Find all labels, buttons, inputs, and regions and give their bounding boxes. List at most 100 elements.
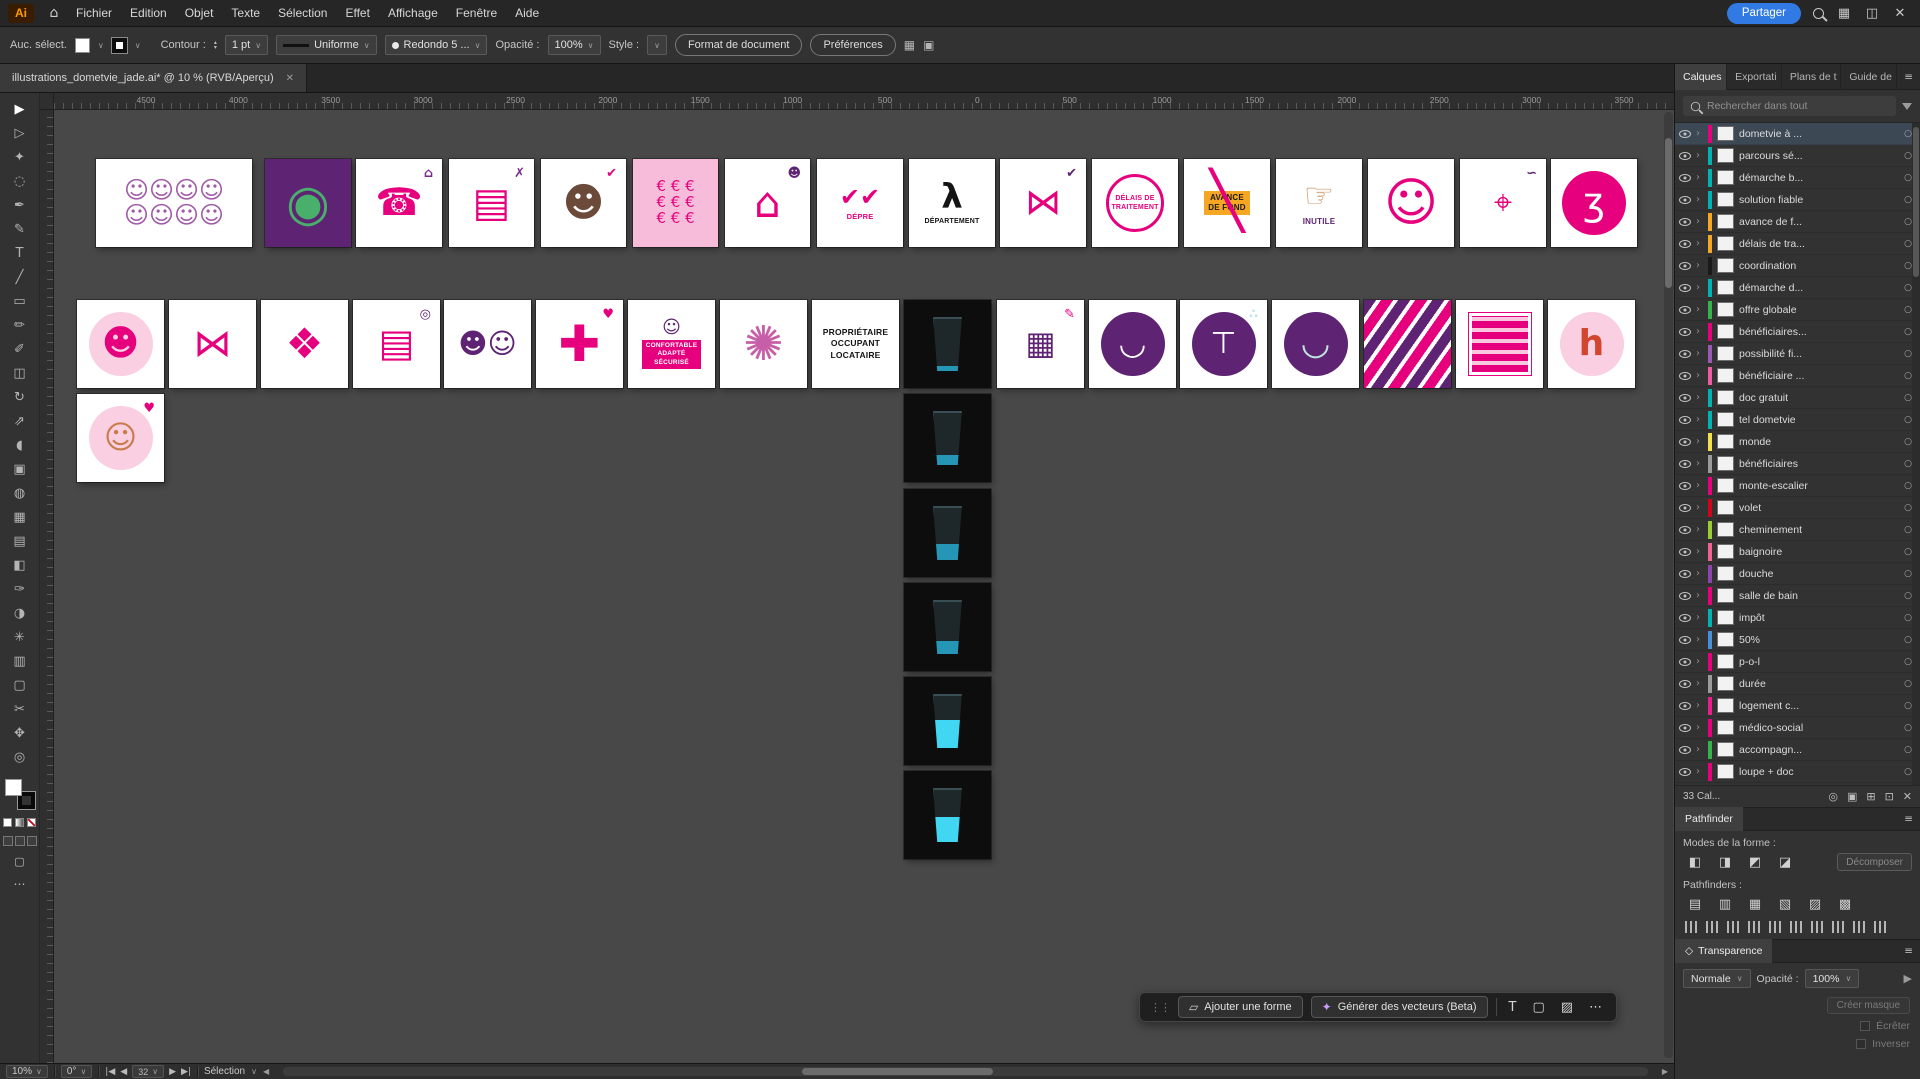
document-setup-button[interactable]: Format de document: [674, 34, 803, 56]
tab-transparency[interactable]: ◇ Transparence: [1675, 939, 1773, 963]
scale-tool[interactable]: ⇗: [0, 409, 40, 433]
delete-layer-icon[interactable]: ✕: [1903, 790, 1912, 803]
visibility-eye-icon[interactable]: [1679, 635, 1691, 644]
layer-row[interactable]: › solution fiable ○: [1675, 189, 1920, 211]
artboard-phone-home[interactable]: ☎ ⌂: [356, 159, 442, 247]
expand-chevron-icon[interactable]: ›: [1696, 150, 1703, 161]
artboard-inutile-hand[interactable]: ☞ INUTILE: [1276, 159, 1362, 247]
artboard-window-blind[interactable]: [1456, 300, 1543, 388]
visibility-eye-icon[interactable]: [1679, 459, 1691, 468]
pen-tool[interactable]: ✒: [0, 193, 40, 217]
layer-row[interactable]: › douche ○: [1675, 563, 1920, 585]
fill-swatch[interactable]: [74, 37, 90, 53]
target-circle-icon[interactable]: ○: [1904, 129, 1912, 139]
layer-name[interactable]: monte-escalier: [1739, 480, 1899, 492]
menu-item[interactable]: Fenêtre: [447, 0, 506, 27]
hand-tool[interactable]: ✥: [0, 721, 40, 745]
line-tool[interactable]: ╱: [0, 265, 40, 289]
target-circle-icon[interactable]: ○: [1904, 723, 1912, 733]
opacity-select[interactable]: 100% ∨: [547, 35, 601, 55]
distribute-2-icon[interactable]: [1832, 921, 1845, 933]
unite-icon[interactable]: ◧: [1683, 853, 1707, 871]
expand-chevron-icon[interactable]: ›: [1696, 128, 1703, 139]
layer-name[interactable]: p-o-l: [1739, 656, 1899, 668]
layers-search-input[interactable]: [1707, 100, 1889, 112]
layer-name[interactable]: bénéficiaire ...: [1739, 370, 1899, 382]
layer-row[interactable]: › bénéficiaires ○: [1675, 453, 1920, 475]
visibility-eye-icon[interactable]: [1679, 283, 1691, 292]
layer-name[interactable]: douche: [1739, 568, 1899, 580]
expand-chevron-icon[interactable]: ›: [1696, 414, 1703, 425]
perspective-grid-tool[interactable]: ▦: [0, 505, 40, 529]
stroke-chevron-icon[interactable]: ∨: [135, 41, 141, 50]
status-indicator[interactable]: Sélection: [204, 1066, 245, 1077]
visibility-eye-icon[interactable]: [1679, 239, 1691, 248]
panel-expand-icon[interactable]: ▶: [1904, 972, 1912, 985]
make-mask-button[interactable]: Créer masque: [1826, 997, 1910, 1014]
artboard-glass-3[interactable]: [904, 489, 991, 577]
expand-chevron-icon[interactable]: ›: [1696, 238, 1703, 249]
add-shape-button[interactable]: ▱ Ajouter une forme: [1178, 996, 1303, 1018]
visibility-eye-icon[interactable]: [1679, 591, 1691, 600]
new-layer-icon[interactable]: ⊡: [1885, 790, 1894, 803]
target-circle-icon[interactable]: ○: [1904, 569, 1912, 579]
target-circle-icon[interactable]: ○: [1904, 679, 1912, 689]
layer-name[interactable]: parcours sé...: [1739, 150, 1899, 162]
layer-row[interactable]: › dometvie à ... ○: [1675, 123, 1920, 145]
visibility-eye-icon[interactable]: [1679, 503, 1691, 512]
clipping-mask-icon[interactable]: ▣: [1847, 790, 1857, 803]
scrollbar-thumb[interactable]: [1913, 127, 1919, 277]
rotate-tool[interactable]: ↻: [0, 385, 40, 409]
visibility-eye-icon[interactable]: [1679, 327, 1691, 336]
home-icon[interactable]: ⌂: [41, 5, 67, 21]
filter-icon[interactable]: [1902, 102, 1912, 110]
canvas[interactable]: ⋮⋮ ▱ Ajouter une forme ✦ Générer des vec…: [54, 110, 1674, 1063]
target-circle-icon[interactable]: ○: [1904, 415, 1912, 425]
artboard-two-people[interactable]: ☻☺: [444, 300, 531, 388]
distribute-1-icon[interactable]: [1811, 921, 1824, 933]
layer-name[interactable]: démarche d...: [1739, 282, 1899, 294]
target-circle-icon[interactable]: ○: [1904, 459, 1912, 469]
illustrator-logo[interactable]: Ai: [8, 3, 34, 23]
type-tool[interactable]: T: [0, 241, 40, 265]
panel-menu-icon[interactable]: ≡: [1897, 71, 1920, 83]
style-select[interactable]: ∨: [647, 35, 667, 55]
layer-row[interactable]: › baignoire ○: [1675, 541, 1920, 563]
draw-inside-icon[interactable]: [26, 836, 37, 846]
menu-item[interactable]: Objet: [176, 0, 223, 27]
width-tool[interactable]: ◖: [0, 433, 40, 457]
align-bottom-icon[interactable]: [1790, 921, 1803, 933]
align-center-h-icon[interactable]: [1706, 921, 1719, 933]
target-circle-icon[interactable]: ○: [1904, 591, 1912, 601]
locate-object-icon[interactable]: ◎: [1828, 790, 1838, 803]
scrollbar-thumb[interactable]: [801, 1068, 993, 1075]
expand-chevron-icon[interactable]: ›: [1696, 348, 1703, 359]
layer-name[interactable]: avance de f...: [1739, 216, 1899, 228]
artboard-approved-man[interactable]: ☻ ✔: [541, 159, 626, 247]
layer-row[interactable]: › loupe + doc ○: [1675, 761, 1920, 783]
expand-chevron-icon[interactable]: ›: [1696, 260, 1703, 271]
expand-chevron-icon[interactable]: ›: [1696, 436, 1703, 447]
expand-chevron-icon[interactable]: ›: [1696, 700, 1703, 711]
blend-tool[interactable]: ◑: [0, 601, 40, 625]
target-circle-icon[interactable]: ○: [1904, 745, 1912, 755]
search-icon[interactable]: [1813, 7, 1824, 19]
layer-name[interactable]: doc gratuit: [1739, 392, 1899, 404]
target-circle-icon[interactable]: ○: [1904, 547, 1912, 557]
artboard-glass-5[interactable]: [904, 677, 991, 765]
mesh-tool[interactable]: ▤: [0, 529, 40, 553]
more-options-icon[interactable]: ⋯: [1585, 1000, 1606, 1015]
artboard-clock-rays[interactable]: ✺: [720, 300, 807, 388]
layer-row[interactable]: › parcours sé... ○: [1675, 145, 1920, 167]
layer-row[interactable]: › avance de f... ○: [1675, 211, 1920, 233]
draw-behind-icon[interactable]: [14, 836, 25, 846]
layer-row[interactable]: › monde ○: [1675, 431, 1920, 453]
layer-name[interactable]: possibilité fi...: [1739, 348, 1899, 360]
layer-row[interactable]: › bénéficiaires... ○: [1675, 321, 1920, 343]
artboard-glass-1[interactable]: [904, 300, 991, 388]
brush-select[interactable]: Redondo 5 ... ∨: [384, 35, 488, 55]
layer-name[interactable]: logement c...: [1739, 700, 1899, 712]
edit-toolbar-icon[interactable]: ⋯: [14, 877, 26, 891]
trim-icon[interactable]: ▥: [1713, 895, 1737, 913]
draw-normal-icon[interactable]: [2, 836, 13, 846]
